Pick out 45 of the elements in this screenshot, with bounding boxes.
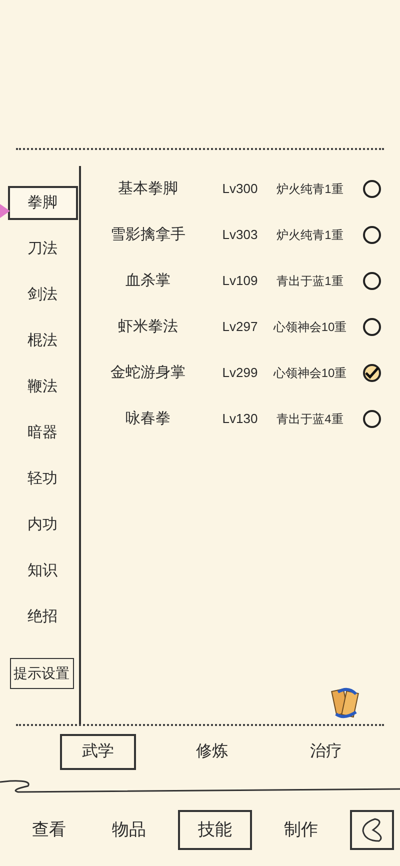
radio-button[interactable]	[363, 410, 381, 428]
skill-stage: 青出于蓝1重	[276, 273, 344, 290]
hint-settings-button[interactable]: 提示设置	[10, 658, 74, 689]
sub-tab[interactable]: 武学	[60, 734, 136, 770]
skill-stage: 青出于蓝4重	[276, 411, 344, 428]
skill-stage: 心领神会10重	[272, 365, 348, 382]
skill-level: Lv109	[221, 272, 259, 290]
nav-tab[interactable]: 物品	[98, 810, 160, 850]
skill-level: Lv130	[221, 410, 259, 428]
radio-button[interactable]	[363, 226, 381, 244]
skill-name: 雪影擒拿手	[110, 224, 186, 245]
skill-stage: 炉火纯青1重	[276, 227, 344, 244]
category-tab[interactable]: 鞭法	[8, 370, 78, 404]
sub-tab[interactable]: 治疗	[288, 734, 364, 770]
category-tab[interactable]: 剑法	[8, 278, 78, 312]
nav-tab[interactable]: 技能	[178, 810, 252, 850]
skill-level: Lv297	[221, 318, 259, 336]
category-tab[interactable]: 绝招	[8, 600, 78, 634]
sub-tab[interactable]: 修炼	[174, 734, 250, 770]
skill-level: Lv303	[221, 226, 259, 244]
skill-name: 基本拳脚	[117, 178, 179, 199]
category-tab[interactable]: 拳脚	[8, 186, 78, 220]
skill-level: Lv299	[221, 364, 259, 382]
checked-radio[interactable]	[363, 364, 381, 382]
skill-stage: 炉火纯青1重	[276, 181, 344, 198]
category-tab[interactable]: 轻功	[8, 462, 78, 496]
skill-level: Lv300	[221, 180, 259, 198]
skill-name: 金蛇游身掌	[110, 362, 186, 383]
scroll-swap-icon[interactable]	[328, 686, 362, 720]
radio-button[interactable]	[363, 272, 381, 290]
skill-name: 血杀掌	[124, 270, 172, 291]
nav-tab[interactable]: 制作	[270, 810, 332, 850]
radio-button[interactable]	[363, 180, 381, 198]
skill-name: 虾米拳法	[117, 316, 179, 337]
category-tab[interactable]: 暗器	[8, 416, 78, 450]
category-tab[interactable]: 内功	[8, 508, 78, 542]
category-tab[interactable]: 棍法	[8, 324, 78, 358]
category-tab[interactable]: 知识	[8, 554, 78, 588]
skill-name: 咏春拳	[124, 408, 172, 429]
skill-stage: 心领神会10重	[272, 319, 348, 336]
back-button[interactable]	[350, 810, 394, 850]
category-tab[interactable]: 刀法	[8, 232, 78, 266]
nav-tab[interactable]: 查看	[18, 810, 80, 850]
radio-button[interactable]	[363, 318, 381, 336]
pointer-icon	[0, 204, 10, 218]
